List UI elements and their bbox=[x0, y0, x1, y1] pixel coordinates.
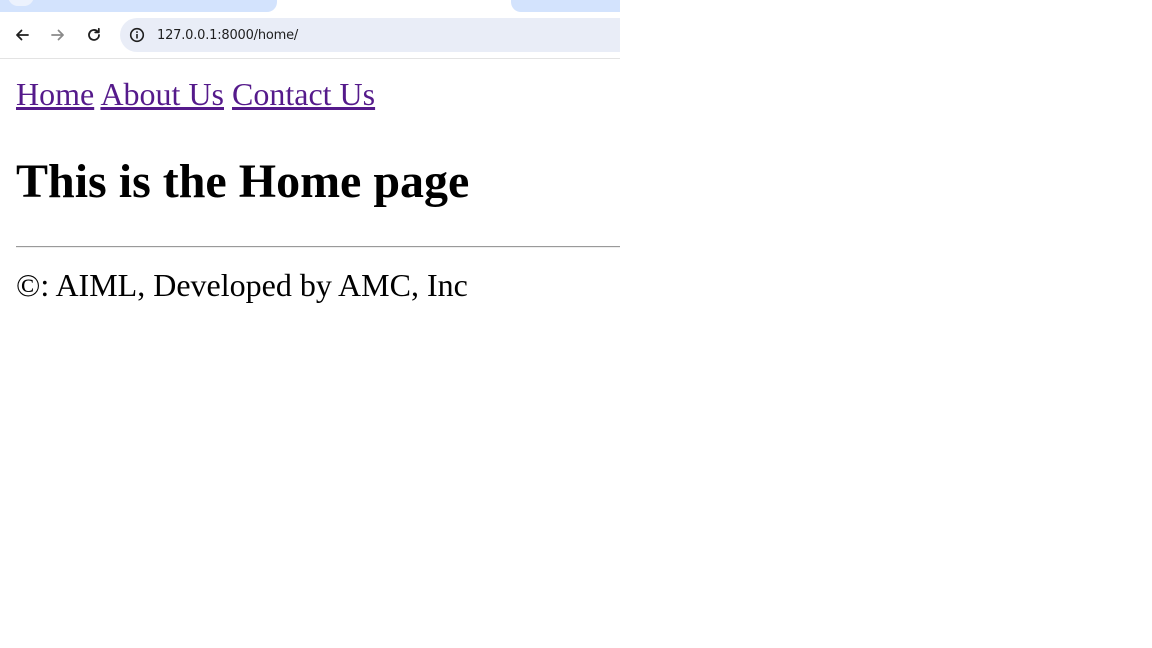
nav-link-contact[interactable]: Contact Us bbox=[232, 76, 375, 112]
browser-toolbar: 127.0.0.1:8000/home/ bbox=[0, 12, 620, 59]
page-title: This is the Home page bbox=[16, 155, 470, 208]
nav-link-about[interactable]: About Us bbox=[100, 76, 224, 112]
address-bar[interactable]: 127.0.0.1:8000/home/ bbox=[120, 18, 620, 52]
back-button[interactable] bbox=[8, 21, 36, 49]
info-circle-icon bbox=[129, 27, 145, 43]
site-info-button[interactable] bbox=[125, 23, 149, 47]
tab-strip bbox=[0, 0, 620, 12]
arrow-left-icon bbox=[16, 29, 29, 41]
nav-link-home[interactable]: Home bbox=[16, 76, 94, 112]
forward-button[interactable] bbox=[44, 21, 72, 49]
arrow-right-icon bbox=[51, 29, 64, 41]
reload-button[interactable] bbox=[80, 21, 108, 49]
url-text: 127.0.0.1:8000/home/ bbox=[157, 27, 299, 43]
site-nav: Home About Us Contact Us bbox=[16, 75, 375, 113]
horizontal-rule bbox=[16, 246, 620, 248]
tab-active[interactable] bbox=[0, 0, 277, 12]
tab-inactive[interactable] bbox=[511, 0, 620, 12]
page-content: Home About Us Contact Us This is the Hom… bbox=[0, 59, 620, 648]
footer-copyright: ©: AIML, Developed by AMC, Inc bbox=[16, 267, 468, 303]
browser-window: 127.0.0.1:8000/home/ Home About Us Conta… bbox=[0, 0, 620, 648]
tab-favicon bbox=[8, 0, 34, 6]
reload-icon bbox=[88, 27, 100, 41]
